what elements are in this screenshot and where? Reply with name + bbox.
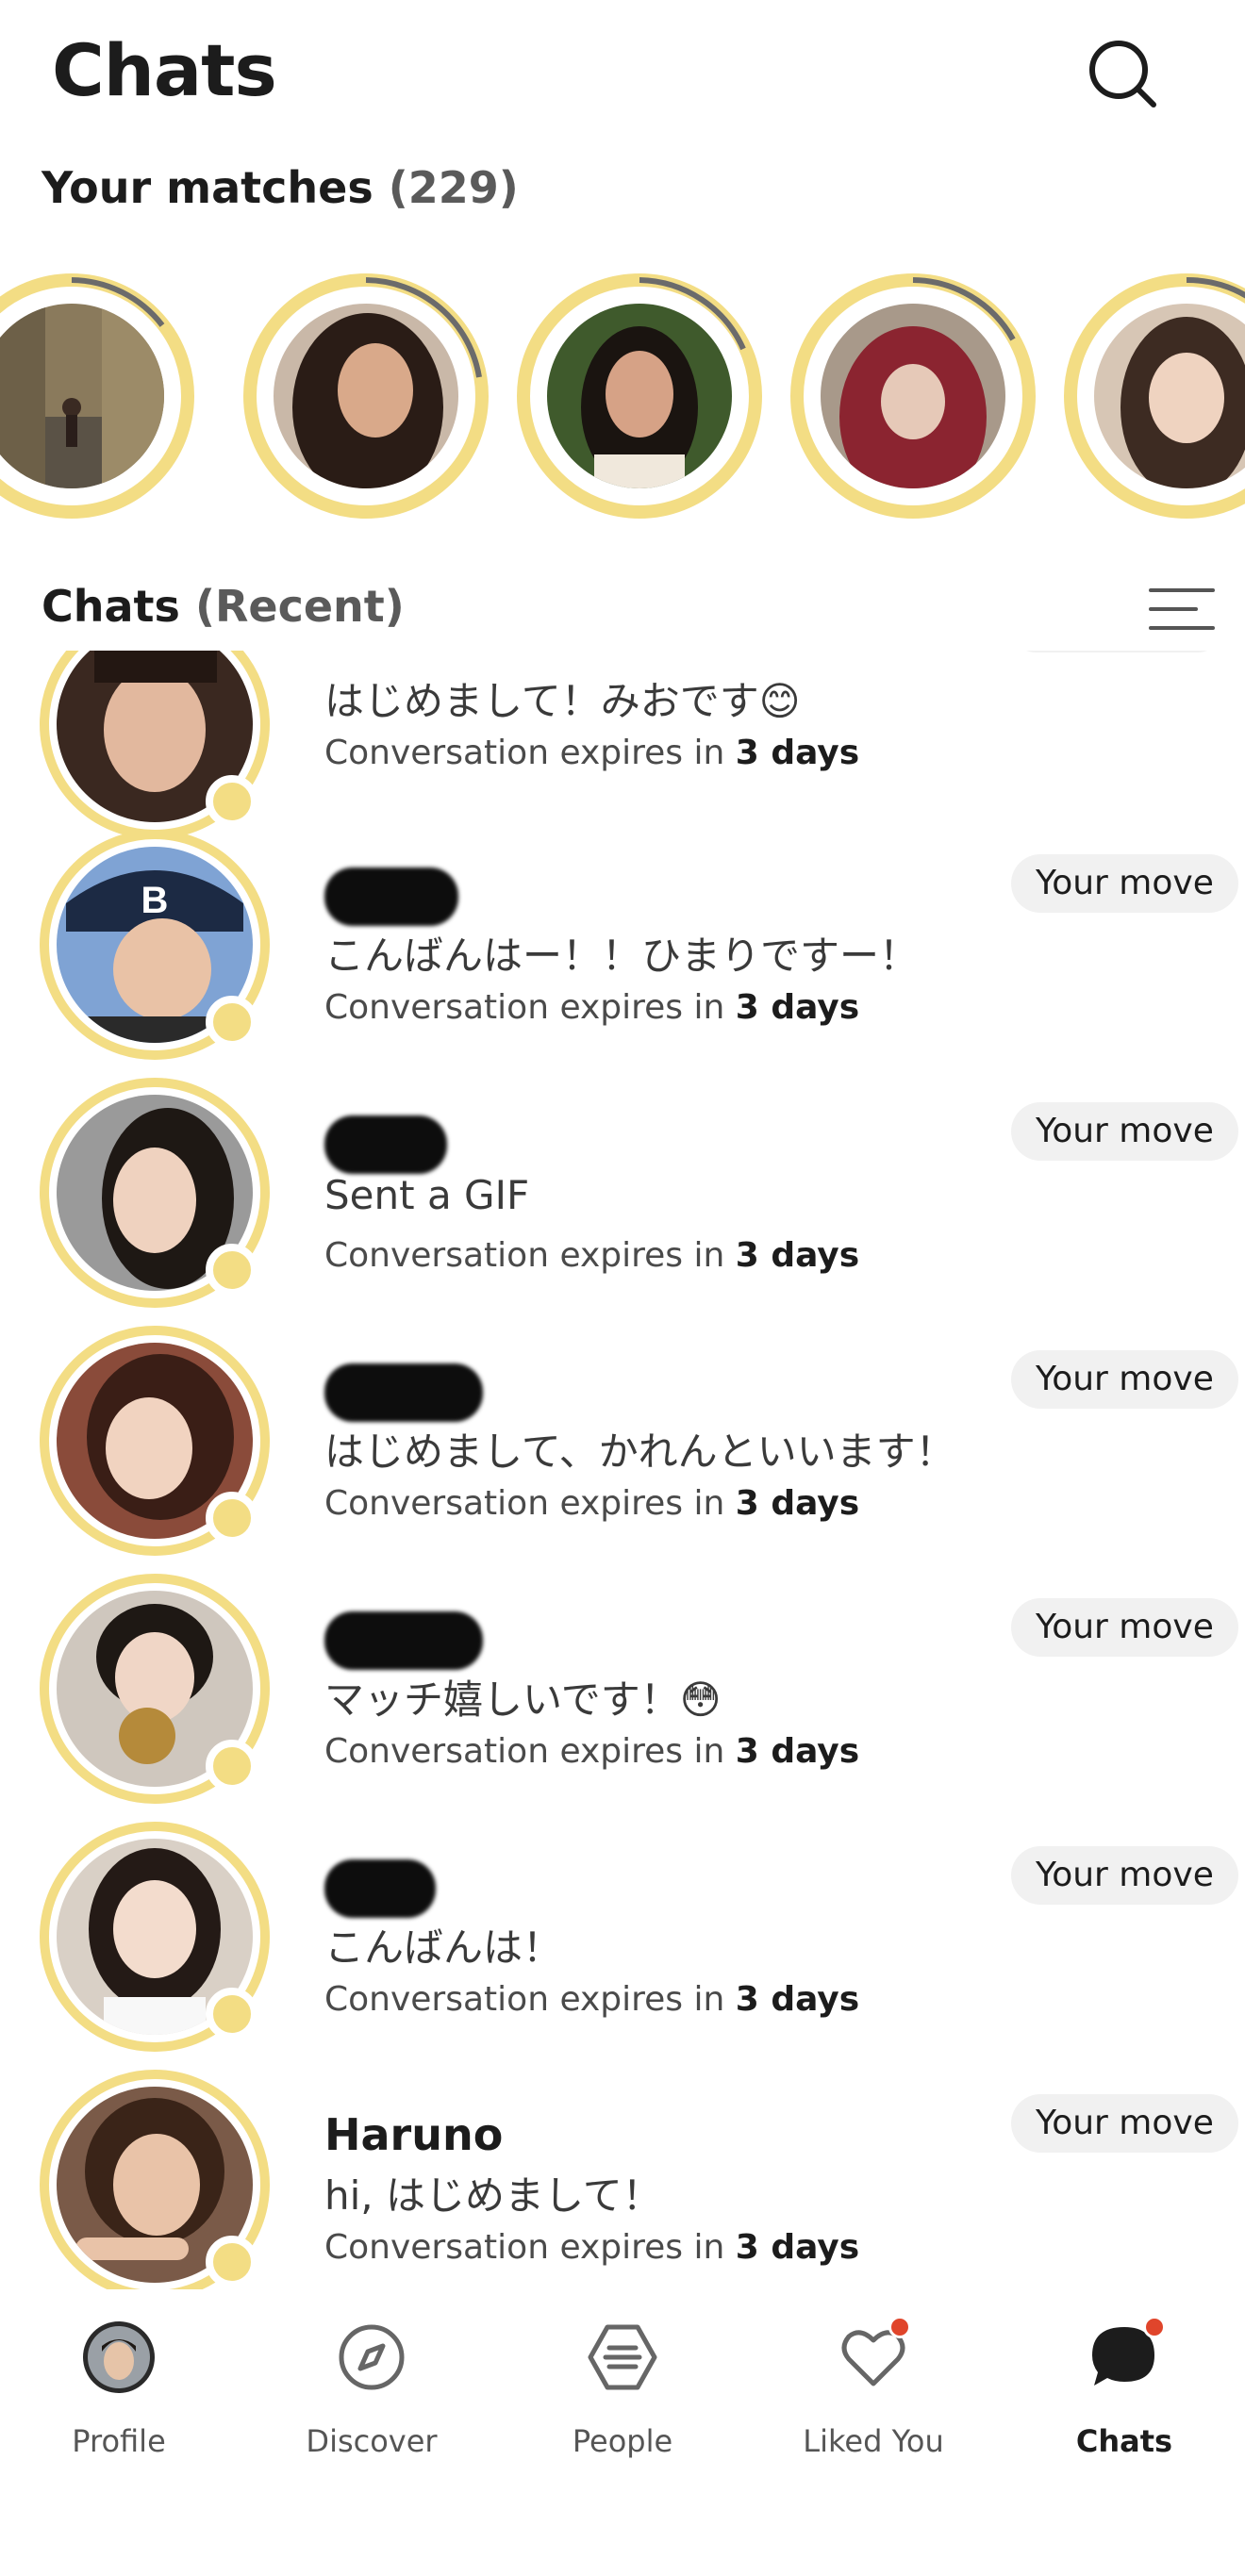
online-dot [206, 2236, 258, 2288]
search-icon [1089, 41, 1156, 107]
nav-label: Profile [72, 2423, 166, 2459]
filter-lines-icon [1149, 588, 1215, 592]
online-dot [206, 1244, 258, 1296]
chat-avatar[interactable] [40, 1574, 270, 1804]
online-dot [206, 1740, 258, 1792]
nav-chats[interactable]: Chats [1011, 2316, 1237, 2489]
chat-row[interactable]: Haruno hi, はじめまして！ Conversation expires … [0, 2070, 1245, 2289]
chat-avatar[interactable] [40, 1326, 270, 1556]
match-avatar[interactable] [517, 273, 762, 519]
chat-expiry: Conversation expires in 3 days [324, 734, 860, 772]
chats-section-heading: Chats (Recent) [42, 581, 405, 632]
redacted-name [324, 1363, 483, 1422]
matches-heading: Your matches (229) [42, 162, 519, 213]
chat-row[interactable]: はじめまして、かれんといいます！ Conversation expires in… [0, 1326, 1245, 1574]
chats-section-sub-label: (Recent) [194, 581, 405, 632]
chat-expiry: Conversation expires in 3 days [324, 1236, 860, 1275]
match-avatar[interactable] [790, 273, 1036, 519]
chat-expiry: Conversation expires in 3 days [324, 2228, 860, 2267]
chat-avatar[interactable] [40, 1822, 270, 2052]
chats-section-label: Chats [42, 581, 180, 632]
chat-last-message: Sent a GIF [324, 1172, 530, 1218]
page-title: Chats [52, 28, 277, 112]
chat-last-message: hi, はじめまして！ [324, 2172, 662, 2219]
match-photo [821, 304, 1005, 488]
nav-liked-you[interactable]: Liked You [760, 2316, 987, 2489]
notification-badge [1143, 2316, 1166, 2338]
matches-carousel[interactable] [0, 264, 1245, 528]
match-avatar[interactable] [1064, 273, 1245, 519]
chat-avatar[interactable] [40, 1078, 270, 1308]
chat-last-message: はじめまして、かれんといいます！ [324, 1428, 955, 1475]
chat-avatar[interactable] [40, 651, 270, 839]
match-photo [547, 304, 732, 488]
your-move-pill: Your move [1011, 854, 1238, 913]
chat-row[interactable]: Sent a GIF Conversation expires in 3 day… [0, 1078, 1245, 1326]
nav-discover[interactable]: Discover [258, 2320, 485, 2489]
chat-row[interactable]: マッチ嬉しいです！😳 Conversation expires in 3 day… [0, 1574, 1245, 1822]
matches-count: (229) [388, 162, 519, 213]
your-move-pill: Your move [1011, 1102, 1238, 1161]
online-dot [206, 1492, 258, 1544]
redacted-name [324, 867, 458, 926]
chat-name: Haruno [324, 2109, 504, 2160]
nav-label: People [572, 2423, 673, 2459]
svg-text:B: B [141, 880, 169, 921]
search-button[interactable] [1085, 36, 1160, 111]
redacted-name [324, 1859, 436, 1918]
chat-last-message: こんばんはー！！ひまりですー！ [324, 933, 920, 979]
match-photo [274, 304, 458, 488]
chat-last-message: はじめまして！みおです😊 [324, 678, 801, 724]
online-dot [206, 1988, 258, 2040]
chat-row[interactable]: こんばんは！ Conversation expires in 3 days Yo… [0, 1822, 1245, 2070]
online-dot [206, 996, 258, 1049]
chat-list[interactable]: はじめまして！みおです😊 Conversation expires in 3 d… [0, 651, 1245, 2289]
chat-expiry: Conversation expires in 3 days [324, 988, 860, 1027]
your-move-pill: Your move [1011, 1846, 1238, 1905]
redacted-name [324, 1611, 483, 1670]
chat-avatar[interactable] [40, 2070, 270, 2289]
chat-row[interactable]: B こんばんはー！！ひまりですー！ Conversation expires i… [0, 830, 1245, 1078]
nav-label: Chats [1075, 2423, 1173, 2459]
chat-row[interactable]: はじめまして！みおです😊 Conversation expires in 3 d… [0, 651, 1245, 857]
redacted-name [324, 1115, 447, 1174]
notification-badge [888, 2316, 911, 2338]
matches-label: Your matches [42, 162, 374, 213]
your-move-pill: Your move [1011, 1598, 1238, 1657]
filter-button[interactable] [1149, 585, 1215, 634]
chat-expiry: Conversation expires in 3 days [324, 1484, 860, 1523]
chat-expiry: Conversation expires in 3 days [324, 1980, 860, 2019]
match-avatar[interactable] [0, 273, 194, 519]
chat-last-message: マッチ嬉しいです！😳 [324, 1676, 722, 1723]
nav-people[interactable]: People [509, 2320, 736, 2489]
online-dot [206, 775, 258, 828]
match-avatar[interactable] [243, 273, 489, 519]
your-move-pill: Your move [1011, 1350, 1238, 1409]
nav-label: Discover [306, 2423, 438, 2459]
nav-label: Liked You [803, 2423, 944, 2459]
chat-avatar[interactable]: B [40, 830, 270, 1060]
your-move-pill [1011, 651, 1222, 652]
nav-profile[interactable]: Profile [6, 2320, 232, 2489]
bottom-nav: Profile Discover People Liked You Chats [0, 2301, 1245, 2576]
people-hexagon-icon [585, 2320, 660, 2395]
chat-expiry: Conversation expires in 3 days [324, 1732, 860, 1771]
your-move-pill: Your move [1011, 2094, 1238, 2153]
chat-last-message: こんばんは！ [324, 1924, 563, 1971]
profile-avatar-icon [81, 2320, 157, 2395]
compass-icon [334, 2320, 409, 2395]
